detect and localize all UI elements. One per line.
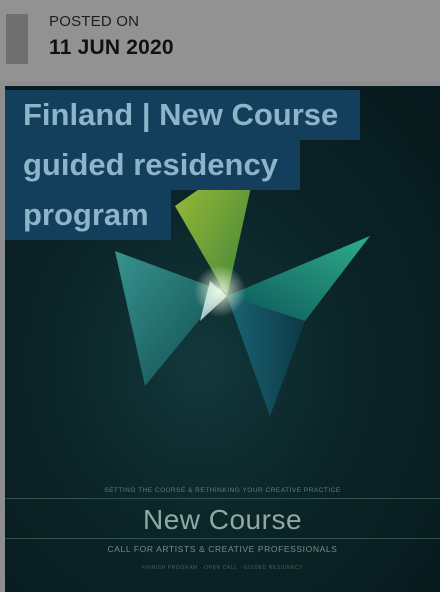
article-title-line-1[interactable]: Finland | New Course xyxy=(5,90,361,140)
article-title-line-2[interactable]: guided residency xyxy=(5,140,300,190)
accent-bar xyxy=(6,14,28,64)
post-date: 11 JUN 2020 xyxy=(49,36,174,59)
poster-fine-print: FINNISH PROGRAM · OPEN CALL · GUIDED RES… xyxy=(141,565,304,571)
posted-on-label: POSTED ON xyxy=(49,13,140,30)
poster-brand: New Course xyxy=(142,504,303,535)
poster-divider-top xyxy=(5,498,440,499)
poster-tagline: SETTING THE COURSE & RETHINKING YOUR CRE… xyxy=(104,487,341,494)
posted-on-header: POSTED ON 11 JUN 2020 xyxy=(0,0,440,82)
article-title-link[interactable]: Finland | New Course guided residency pr… xyxy=(5,90,385,240)
post-card[interactable]: POSTED ON 11 JUN 2020 SETTING THE COURSE… xyxy=(0,0,440,592)
article-title-line-3[interactable]: program xyxy=(5,190,171,240)
poster-divider-bottom xyxy=(5,538,440,539)
poster-call-text: CALL FOR ARTISTS & CREATIVE PROFESSIONAL… xyxy=(107,544,338,554)
